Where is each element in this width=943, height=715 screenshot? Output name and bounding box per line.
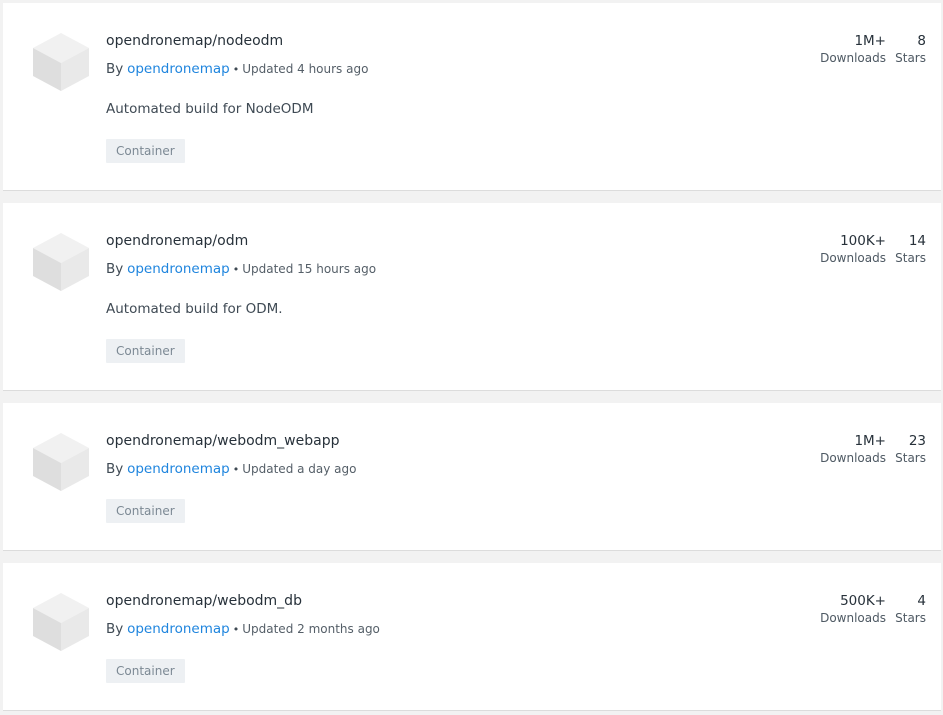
owner-link[interactable]: opendronemap — [127, 61, 230, 77]
downloads-label: Downloads — [820, 451, 886, 465]
repository-description: Automated build for NodeODM — [106, 101, 314, 117]
repository-name-link[interactable]: opendronemap/nodeodm — [106, 32, 283, 50]
repository-list: opendronemap/nodeodm By opendronemap • Upd… — [0, 0, 943, 715]
container-cube-icon — [31, 31, 91, 93]
by-label: By — [106, 61, 124, 77]
type-badge: Container — [106, 139, 185, 163]
repository-card[interactable]: opendronemap/webodm_db By opendronemap • U… — [3, 563, 941, 711]
downloads-count: 100K+ — [840, 233, 886, 249]
downloads-count: 1M+ — [854, 33, 886, 49]
separator-dot: • — [232, 63, 240, 76]
repository-card[interactable]: opendronemap/odm By opendronemap • Updated… — [3, 203, 941, 391]
updated-text: Updated 15 hours ago — [242, 262, 377, 276]
separator-dot: • — [232, 263, 240, 276]
type-badge: Container — [106, 339, 185, 363]
repository-card[interactable]: opendronemap/nodeodm By opendronemap • Upd… — [3, 3, 941, 191]
separator-dot: • — [232, 463, 240, 476]
repository-description: Automated build for ODM. — [106, 301, 283, 317]
owner-link[interactable]: opendronemap — [127, 621, 230, 637]
container-cube-icon — [31, 591, 91, 653]
downloads-stat: 500K+ Downloads — [820, 593, 886, 627]
downloads-count: 1M+ — [854, 433, 886, 449]
type-badge: Container — [106, 499, 185, 523]
stars-label: Stars — [895, 611, 926, 625]
repository-byline: By opendronemap • Updated 4 hours ago — [106, 60, 368, 79]
type-badge: Container — [106, 659, 185, 683]
downloads-count: 500K+ — [840, 593, 886, 609]
stars-count: 8 — [917, 33, 926, 49]
container-cube-icon — [31, 431, 91, 493]
separator-dot: • — [232, 623, 240, 636]
downloads-stat: 1M+ Downloads — [820, 33, 886, 67]
repository-byline: By opendronemap • Updated 15 hours ago — [106, 260, 376, 279]
repository-byline: By opendronemap • Updated a day ago — [106, 460, 357, 479]
downloads-stat: 100K+ Downloads — [820, 233, 886, 267]
owner-link[interactable]: opendronemap — [127, 261, 230, 277]
by-label: By — [106, 261, 124, 277]
stars-count: 4 — [917, 593, 926, 609]
stars-stat: 14 Stars — [895, 233, 926, 267]
owner-link[interactable]: opendronemap — [127, 461, 230, 477]
stars-count: 14 — [908, 233, 926, 249]
updated-text: Updated 4 hours ago — [242, 62, 369, 76]
repository-name-link[interactable]: opendronemap/webodm_db — [106, 592, 302, 610]
downloads-label: Downloads — [820, 251, 886, 265]
stars-stat: 8 Stars — [895, 33, 926, 67]
stars-count: 23 — [908, 433, 926, 449]
stars-stat: 23 Stars — [895, 433, 926, 467]
stars-label: Stars — [895, 51, 926, 65]
downloads-label: Downloads — [820, 51, 886, 65]
repository-card[interactable]: opendronemap/webodm_webapp By opendronem… — [3, 403, 941, 551]
repository-byline: By opendronemap • Updated 2 months ago — [106, 620, 380, 639]
repository-name-link[interactable]: opendronemap/webodm_webapp — [106, 432, 340, 450]
stars-label: Stars — [895, 451, 926, 465]
downloads-stat: 1M+ Downloads — [820, 433, 886, 467]
stars-label: Stars — [895, 251, 926, 265]
repository-name-link[interactable]: opendronemap/odm — [106, 232, 248, 250]
by-label: By — [106, 621, 124, 637]
updated-text: Updated 2 months ago — [242, 622, 380, 636]
stars-stat: 4 Stars — [895, 593, 926, 627]
downloads-label: Downloads — [820, 611, 886, 625]
by-label: By — [106, 461, 124, 477]
container-cube-icon — [31, 231, 91, 293]
updated-text: Updated a day ago — [242, 462, 357, 476]
